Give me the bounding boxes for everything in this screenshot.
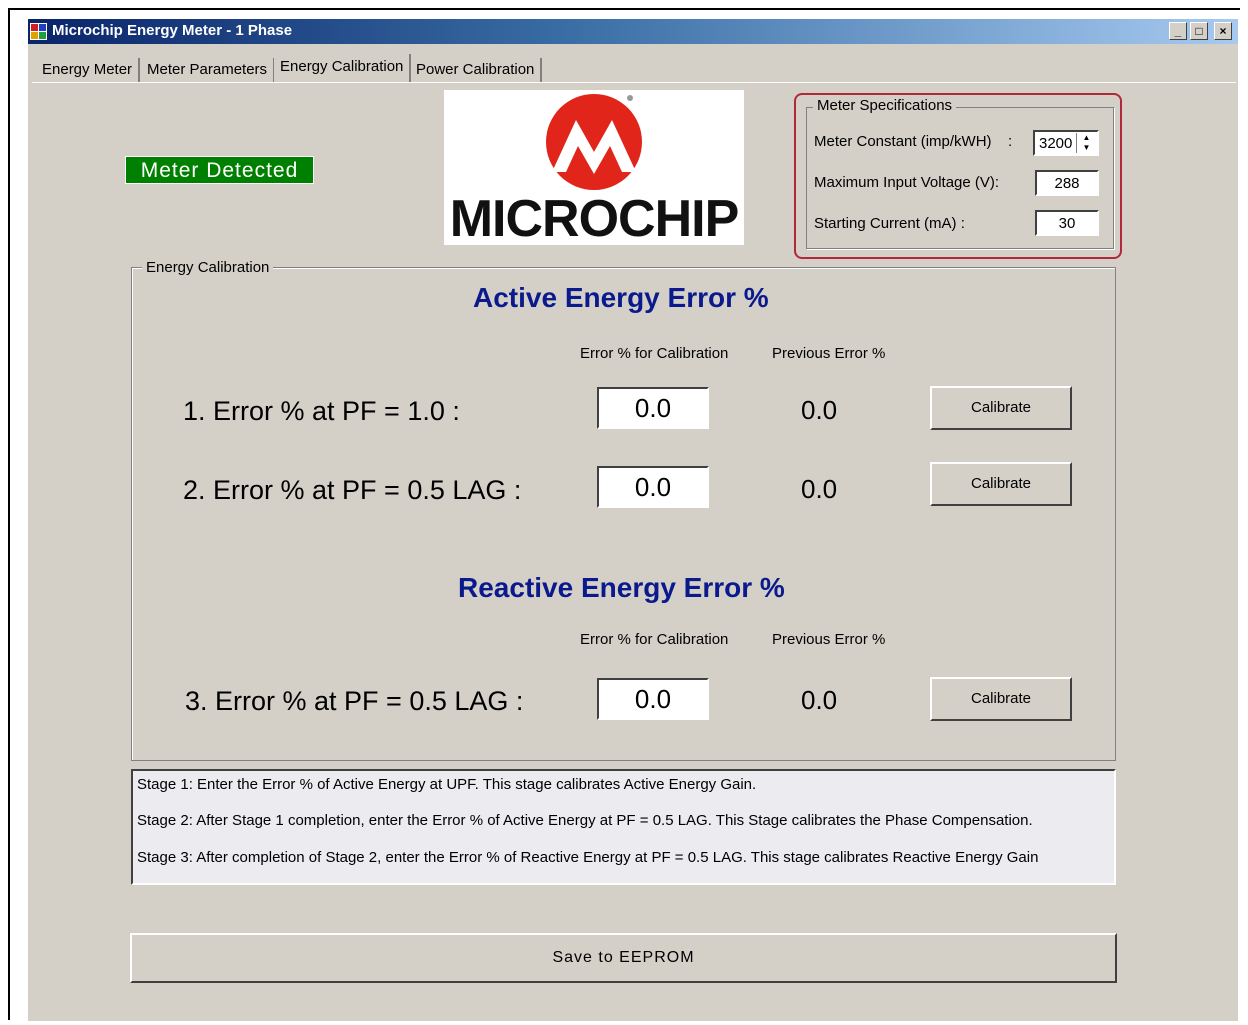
reactive-error-column-header: Error % for Calibration xyxy=(580,631,729,648)
tab-energy-meter[interactable]: Energy Meter xyxy=(36,58,141,82)
error-pf-05-reactive-previous: 0.0 xyxy=(801,685,838,715)
active-energy-title: Active Energy Error % xyxy=(473,282,769,313)
meter-constant-label: Meter Constant (imp/kWH) xyxy=(814,133,992,150)
active-error-column-header: Error % for Calibration xyxy=(580,345,729,362)
instructions-box: Stage 1: Enter the Error % of Active Ene… xyxy=(131,769,1116,885)
reactive-energy-title: Reactive Energy Error % xyxy=(458,572,785,603)
error-pf-1-previous: 0.0 xyxy=(801,395,838,425)
close-button[interactable]: × xyxy=(1214,22,1232,40)
logo-wordmark: MICROCHIP xyxy=(449,190,740,248)
maximize-icon: □ xyxy=(1195,24,1203,38)
error-pf-05-reactive-input[interactable]: 0.0 xyxy=(597,678,709,720)
instruction-stage-3: Stage 3: After completion of Stage 2, en… xyxy=(137,849,1039,866)
stepper-down-icon[interactable]: ▼ xyxy=(1077,143,1096,153)
calibrate-button-1[interactable]: Calibrate xyxy=(930,386,1072,430)
error-pf-05-active-input[interactable]: 0.0 xyxy=(597,466,709,508)
max-voltage-field[interactable]: 288 xyxy=(1035,170,1099,196)
meter-specifications-legend: Meter Specifications xyxy=(813,97,957,114)
reactive-previous-column-header: Previous Error % xyxy=(772,631,886,648)
app-window: Microchip Energy Meter - 1 Phase _ □ × E… xyxy=(28,19,1238,1021)
meter-constant-value: 3200 xyxy=(1039,135,1073,152)
minimize-icon: _ xyxy=(1174,24,1182,38)
stepper-arrows[interactable]: ▲ ▼ xyxy=(1076,133,1096,153)
max-voltage-label: Maximum Input Voltage (V): xyxy=(814,174,1000,191)
microchip-logo: MICROCHIP xyxy=(444,90,744,245)
maximize-button[interactable]: □ xyxy=(1190,22,1208,40)
instruction-stage-1: Stage 1: Enter the Error % of Active Ene… xyxy=(137,776,757,793)
minimize-button[interactable]: _ xyxy=(1169,22,1187,40)
calibrate-button-3[interactable]: Calibrate xyxy=(930,677,1072,721)
save-to-eeprom-button[interactable]: Save to EEPROM xyxy=(130,933,1117,983)
error-pf-1-label: 1. Error % at PF = 1.0 : xyxy=(183,396,460,426)
window-title: Microchip Energy Meter - 1 Phase xyxy=(52,22,293,39)
meter-specifications-panel: Meter Specifications Meter Constant (imp… xyxy=(794,93,1122,259)
app-icon xyxy=(30,23,47,40)
title-bar[interactable]: Microchip Energy Meter - 1 Phase _ □ × xyxy=(28,19,1238,44)
tab-power-calibration[interactable]: Power Calibration xyxy=(410,58,543,82)
meter-constant-stepper[interactable]: 3200 ▲ ▼ xyxy=(1033,130,1099,156)
error-pf-05-active-label: 2. Error % at PF = 0.5 LAG : xyxy=(183,475,522,505)
error-pf-05-reactive-label: 3. Error % at PF = 0.5 LAG : xyxy=(185,686,524,716)
meter-constant-colon: : xyxy=(1008,133,1013,150)
instruction-stage-2: Stage 2: After Stage 1 completion, enter… xyxy=(137,812,1033,829)
tab-meter-parameters[interactable]: Meter Parameters xyxy=(141,58,276,82)
stepper-up-icon[interactable]: ▲ xyxy=(1077,133,1096,143)
close-icon: × xyxy=(1219,24,1227,38)
error-pf-1-input[interactable]: 0.0 xyxy=(597,387,709,429)
active-previous-column-header: Previous Error % xyxy=(772,345,886,362)
calibrate-button-2[interactable]: Calibrate xyxy=(930,462,1072,506)
status-badge: Meter Detected xyxy=(125,156,314,184)
starting-current-field[interactable]: 30 xyxy=(1035,210,1099,236)
starting-current-label: Starting Current (mA) : xyxy=(814,215,965,232)
microchip-logo-icon xyxy=(546,94,642,190)
tab-energy-calibration[interactable]: Energy Calibration xyxy=(274,54,412,82)
energy-calibration-legend: Energy Calibration xyxy=(142,259,274,276)
error-pf-05-active-previous: 0.0 xyxy=(801,474,838,504)
